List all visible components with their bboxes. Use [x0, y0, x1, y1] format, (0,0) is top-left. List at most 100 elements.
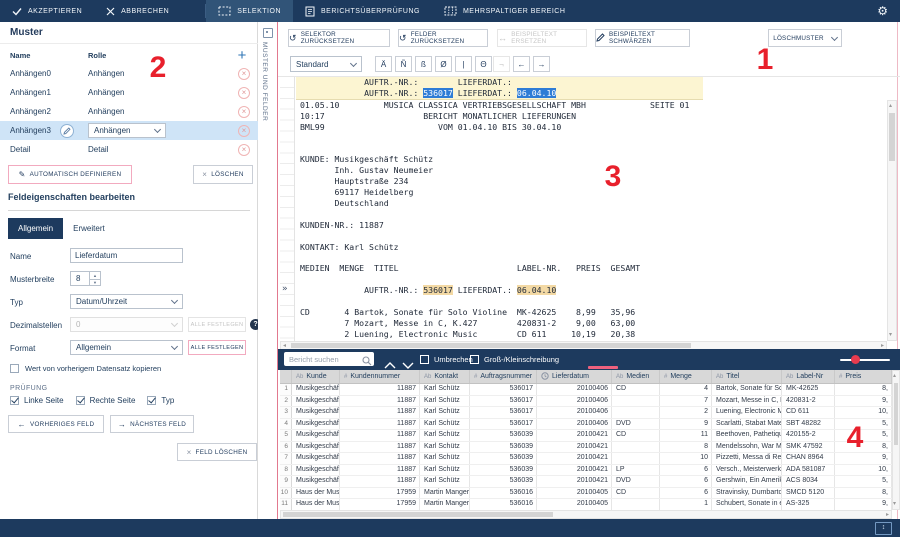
- column-header-titel[interactable]: AbTitel: [712, 370, 782, 383]
- table-row[interactable]: 3Musikgeschäf...11887Karl Schütz53601720…: [280, 407, 892, 419]
- checkbox[interactable]: [10, 364, 19, 373]
- auto-define-button[interactable]: ✎ AUTOMATISCH DEFINIEREN: [8, 165, 132, 184]
- trap-char-button-7[interactable]: ←: [513, 56, 530, 72]
- tab-allgemein[interactable]: Allgemein: [8, 218, 63, 239]
- table-row[interactable]: 10Haus der Mus...17959Martin Manger53601…: [280, 488, 892, 500]
- stepper-up-icon[interactable]: ▲: [90, 271, 101, 279]
- check-linke-seite[interactable]: Linke Seite: [10, 396, 64, 405]
- topbar-item-mehrspaltiger-bereich[interactable]: MEHRSPALTIGER BEREICH: [432, 0, 577, 22]
- case-sensitive-checkbox[interactable]: [470, 355, 479, 364]
- checkbox[interactable]: [76, 396, 85, 405]
- column-header-lieferdatum[interactable]: Lieferdatum: [537, 370, 612, 383]
- topbar-item-akzeptieren[interactable]: AKZEPTIEREN: [0, 0, 94, 22]
- checkbox[interactable]: [147, 396, 156, 405]
- check-rechte-seite[interactable]: Rechte Seite: [76, 396, 136, 405]
- captured-field[interactable]: 06.04.10: [517, 88, 556, 98]
- column-header-auftragsnummer[interactable]: #Auftragsnummer: [470, 370, 537, 383]
- topbar-item-berichtsüberprüfung[interactable]: BERICHTSÜBERPRÜFUNG: [293, 0, 432, 22]
- delete-field-button[interactable]: × FELD LÖSCHEN: [177, 443, 257, 461]
- delete-pattern-icon[interactable]: ×: [238, 144, 250, 156]
- trap-char-button-1[interactable]: Ñ: [395, 56, 412, 72]
- table-vertical-scrollbar[interactable]: ▴ ▾: [892, 370, 900, 510]
- button-beispieltext-schwärzen[interactable]: BEISPIELTEXT SCHWÄRZEN: [595, 29, 690, 47]
- side-tab-muster-und-felder[interactable]: MUSTER UND FELDER: [258, 22, 277, 519]
- captured-field[interactable]: 536017: [423, 285, 453, 295]
- report-vertical-scrollbar[interactable]: ▴ ▾: [887, 100, 897, 341]
- gear-icon[interactable]: ⚙: [877, 0, 888, 22]
- scroll-right-icon[interactable]: ▸: [886, 512, 889, 518]
- column-header-kunde[interactable]: AbKunde: [292, 370, 340, 383]
- table-row[interactable]: 11Haus der Mus...17959Martin Manger53601…: [280, 499, 892, 511]
- table-row[interactable]: 5Musikgeschäf...11887Karl Schütz53603920…: [280, 430, 892, 442]
- trap-sample-row[interactable]: AUFTR.-NR.: 536017 LIEFERDAT.: 06.04.10: [296, 88, 703, 100]
- trap-char-button-2[interactable]: ß: [415, 56, 432, 72]
- scroll-down-icon[interactable]: ▾: [893, 501, 896, 507]
- zoom-slider-handle[interactable]: [851, 355, 860, 364]
- scrollbar-thumb[interactable]: [283, 512, 553, 517]
- format-select[interactable]: Allgemein: [70, 340, 183, 355]
- button-löschmuster[interactable]: LÖSCHMUSTER: [768, 29, 842, 47]
- copy-previous-checkbox-row[interactable]: Wert von vorherigem Datensatz kopieren: [10, 364, 161, 373]
- topbar-item-abbrechen[interactable]: ABBRECHEN: [94, 0, 181, 22]
- button-felder-zurücksetzen[interactable]: ↺FELDER ZURÜCKSETZEN: [398, 29, 488, 47]
- trap-char-button-5[interactable]: Θ: [475, 56, 492, 72]
- scroll-up-icon[interactable]: ▴: [889, 103, 892, 109]
- report-text[interactable]: 01.05.10 MUSICA CLASSICA VERTRIEBSGESELL…: [300, 100, 888, 340]
- column-header-kontakt[interactable]: AbKontakt: [420, 370, 470, 383]
- search-input[interactable]: [284, 352, 374, 366]
- column-header-menge[interactable]: #Menge: [660, 370, 712, 383]
- pattern-row-anhängen2[interactable]: Anhängen2Anhängen×: [0, 102, 258, 121]
- delete-pattern-icon[interactable]: ×: [238, 87, 250, 99]
- table-row[interactable]: 9Musikgeschäf...11887Karl Schütz53603920…: [280, 476, 892, 488]
- delete-pattern-icon[interactable]: ×: [238, 106, 250, 118]
- add-pattern-button[interactable]: +: [232, 47, 252, 65]
- trap-char-button-4[interactable]: |: [455, 56, 472, 72]
- wrap-checkbox[interactable]: [420, 355, 429, 364]
- field-name-input[interactable]: [70, 248, 183, 263]
- scroll-down-icon[interactable]: ▾: [889, 332, 892, 338]
- next-field-button[interactable]: → NÄCHSTES FELD: [110, 415, 194, 433]
- table-horizontal-scrollbar[interactable]: ▸: [280, 510, 892, 519]
- table-row[interactable]: 8Musikgeschäf...11887Karl Schütz53603920…: [280, 465, 892, 477]
- button-selektor-zurücksetzen[interactable]: ↺SELEKTOR ZURÜCKSETZEN: [288, 29, 390, 47]
- pattern-row-anhängen1[interactable]: Anhängen1Anhängen×: [0, 83, 258, 102]
- zoom-slider-track[interactable]: [840, 359, 890, 361]
- checkbox[interactable]: [10, 396, 19, 405]
- pattern-width-stepper[interactable]: 8 ▲ ▼: [70, 271, 101, 286]
- table-row[interactable]: 1Musikgeschäf...11887Karl Schütz53601720…: [280, 384, 892, 396]
- fit-window-icon[interactable]: ↕: [875, 522, 892, 535]
- set-all-format-button[interactable]: ALLE FESTLEGEN: [188, 340, 246, 355]
- check-typ[interactable]: Typ: [147, 396, 174, 405]
- trap-pattern-row[interactable]: AUFTR.-NR.: LIEFERDAT.:: [296, 77, 703, 88]
- trap-char-button-8[interactable]: →: [533, 56, 550, 72]
- delete-pattern-icon[interactable]: ×: [238, 125, 250, 137]
- type-select[interactable]: Datum/Uhrzeit: [70, 294, 183, 309]
- column-header-medien[interactable]: AbMedien: [612, 370, 660, 383]
- topbar-item-selektion[interactable]: SELEKTION: [206, 0, 293, 22]
- scroll-up-icon[interactable]: ▴: [893, 373, 896, 379]
- tab-erweitert[interactable]: Erweitert: [63, 218, 115, 239]
- captured-field[interactable]: 536017: [423, 88, 453, 98]
- trap-char-button-3[interactable]: Ø: [435, 56, 452, 72]
- trap-type-select[interactable]: Standard: [290, 56, 362, 72]
- column-header-kundennummer[interactable]: #Kundennummer: [340, 370, 420, 383]
- table-row[interactable]: 6Musikgeschäf...11887Karl Schütz53603920…: [280, 442, 892, 454]
- table-row[interactable]: 4Musikgeschäf...11887Karl Schütz53601720…: [280, 419, 892, 431]
- pattern-row-anhängen3[interactable]: Anhängen3Anhängen×: [0, 121, 258, 140]
- delete-pattern-icon[interactable]: ×: [238, 68, 250, 80]
- edit-pencil-icon[interactable]: [60, 124, 74, 138]
- scrollbar-thumb[interactable]: [889, 113, 895, 161]
- pattern-role-select[interactable]: Anhängen: [88, 123, 166, 138]
- captured-field[interactable]: 06.04.10: [517, 285, 556, 295]
- stepper-down-icon[interactable]: ▼: [90, 279, 101, 287]
- pattern-row-anhängen0[interactable]: Anhängen0Anhängen×: [0, 64, 258, 83]
- table-row[interactable]: 2Musikgeschäf...11887Karl Schütz53601720…: [280, 396, 892, 408]
- trap-char-button-0[interactable]: Ä: [375, 56, 392, 72]
- pattern-row-detail[interactable]: DetailDetail×: [0, 140, 258, 159]
- scrollbar-thumb[interactable]: [291, 343, 691, 348]
- pin-icon[interactable]: [263, 28, 273, 38]
- table-row[interactable]: 7Musikgeschäf...11887Karl Schütz53603920…: [280, 453, 892, 465]
- column-header-label-nr[interactable]: AbLabel-Nr: [782, 370, 835, 383]
- delete-pattern-button[interactable]: × LÖSCHEN: [193, 165, 253, 184]
- column-header-preis[interactable]: #Preis: [835, 370, 892, 383]
